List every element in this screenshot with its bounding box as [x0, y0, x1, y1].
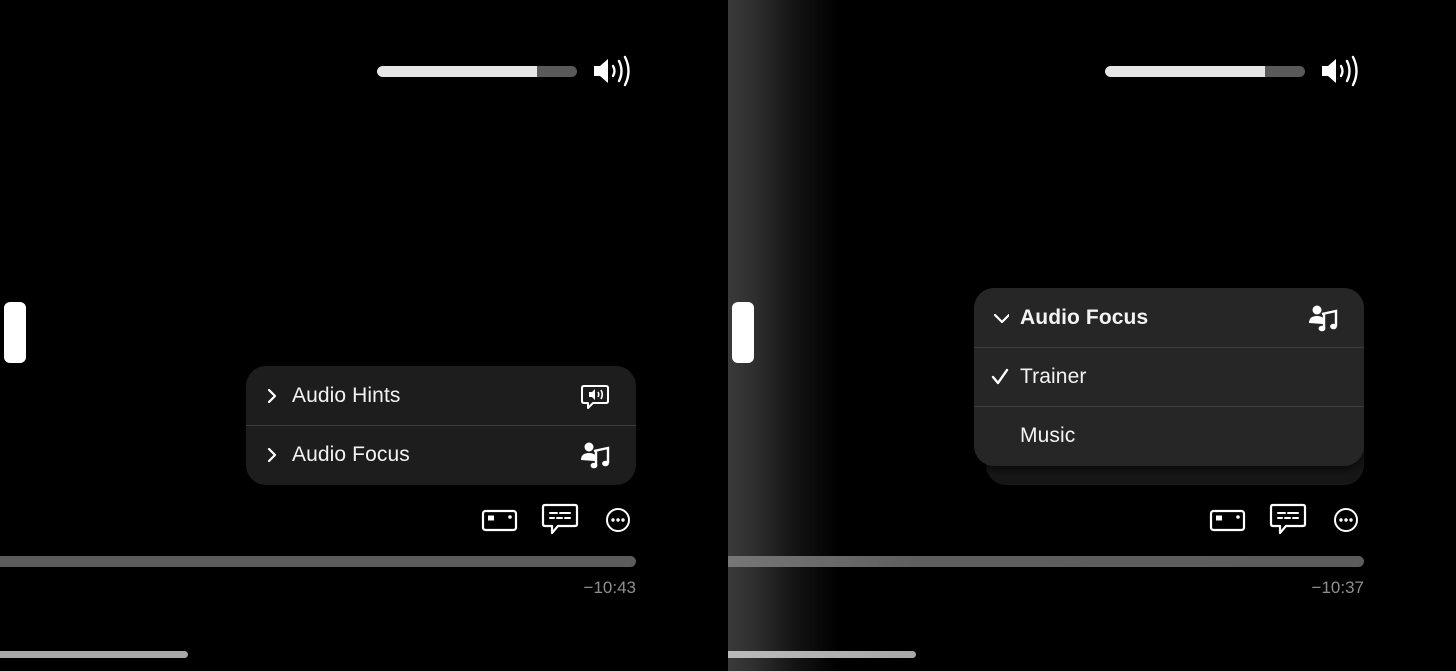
captions-bubble-icon[interactable] — [1268, 502, 1308, 538]
submenu-header-audio-focus[interactable]: Audio Focus — [974, 288, 1364, 347]
playback-scrubber[interactable] — [728, 556, 1364, 567]
menu-item-audio-hints[interactable]: Audio Hints — [246, 366, 636, 425]
person-music-note-icon — [1309, 305, 1338, 331]
playback-scrubber[interactable] — [0, 556, 636, 567]
time-remaining: −10:37 — [1311, 578, 1364, 597]
volume-slider-fill — [377, 66, 537, 77]
option-music[interactable]: Music — [974, 406, 1364, 465]
ellipsis-circle-icon[interactable] — [602, 502, 642, 538]
checkmark-icon — [991, 368, 1009, 385]
option-label: Music — [1020, 424, 1076, 447]
volume-slider[interactable] — [1105, 66, 1305, 77]
menu-item-label: Audio Hints — [292, 383, 401, 407]
side-drag-handle[interactable] — [732, 302, 754, 363]
option-label: Trainer — [1020, 365, 1087, 388]
menu-item-audio-focus[interactable]: Audio Focus — [246, 425, 636, 484]
speaker-wave-icon[interactable] — [1320, 55, 1364, 87]
audio-focus-submenu: Audio Focus Trainer Music — [974, 288, 1364, 466]
speech-bubble-speaker-icon — [581, 384, 609, 409]
pip-icon[interactable] — [480, 502, 520, 538]
right-screenshot-panel: Audio Focus Trainer Music −10:37 — [728, 0, 1456, 671]
side-drag-handle[interactable] — [4, 302, 26, 363]
person-music-note-icon — [581, 442, 610, 469]
menu-item-label: Audio Focus — [292, 443, 410, 466]
home-indicator[interactable] — [0, 651, 188, 658]
left-screenshot-panel: Audio Hints Audio Focus −10:43 — [0, 0, 728, 671]
ellipsis-circle-icon[interactable] — [1330, 502, 1370, 538]
home-indicator[interactable] — [728, 651, 916, 658]
pip-icon[interactable] — [1208, 502, 1248, 538]
captions-bubble-icon[interactable] — [540, 502, 580, 538]
submenu-title: Audio Focus — [1020, 305, 1149, 329]
option-trainer[interactable]: Trainer — [974, 347, 1364, 406]
chevron-right-icon — [267, 447, 277, 463]
chevron-right-icon — [267, 388, 277, 403]
chevron-down-icon — [993, 313, 1009, 323]
speaker-wave-icon[interactable] — [592, 55, 636, 87]
time-remaining: −10:43 — [583, 578, 636, 597]
audio-options-menu: Audio Hints Audio Focus — [246, 366, 636, 485]
volume-slider-fill — [1105, 66, 1265, 77]
volume-slider[interactable] — [377, 66, 577, 77]
